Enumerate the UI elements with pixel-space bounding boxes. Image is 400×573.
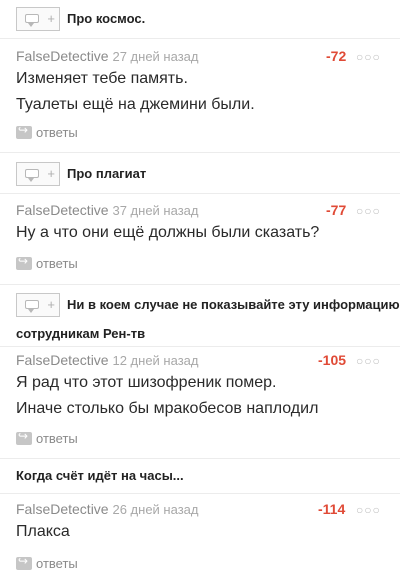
author-name[interactable]: FalseDetective <box>16 48 109 64</box>
divider <box>0 38 400 39</box>
comment-text: Изменяет тебе память. Туалеты ещё на дже… <box>16 66 386 118</box>
replies-label: ответы <box>36 556 78 572</box>
more-options-icon[interactable]: ○○○ <box>356 503 381 517</box>
replies-button[interactable]: ответы <box>16 254 78 273</box>
comment-line: Я рад что этот шизофреник помер. <box>16 374 277 391</box>
comment-line: Иначе столько бы мракобесов наплодил <box>16 400 319 417</box>
post-comments-button[interactable]: + <box>16 162 60 186</box>
comment-line: Ну а что они ещё должны были сказать? <box>16 224 320 241</box>
divider <box>0 493 400 494</box>
reply-arrow-icon <box>16 123 32 140</box>
comment-bubble-icon <box>25 14 39 27</box>
plus-icon: + <box>47 297 55 312</box>
replies-button[interactable]: ответы <box>16 123 78 142</box>
author-name[interactable]: FalseDetective <box>16 202 109 218</box>
comment-time[interactable]: 12 дней назад <box>112 353 198 368</box>
divider <box>0 193 400 194</box>
post-title-link[interactable]: Про космос. <box>67 9 145 29</box>
comment-line: Плакса <box>16 523 70 540</box>
post-comments-button[interactable]: + <box>16 293 60 317</box>
comment-line: Изменяет тебе память. <box>16 70 188 87</box>
comment-author[interactable]: FalseDetective 26 дней назад <box>16 501 198 517</box>
comment-text: Плакса <box>16 519 386 545</box>
comment-score: -77 <box>326 202 347 218</box>
divider <box>0 346 400 347</box>
comment-time[interactable]: 37 дней назад <box>112 203 198 218</box>
post-title-link[interactable]: Когда счёт идёт на часы... <box>16 466 184 486</box>
comment-bubble-icon <box>25 169 39 182</box>
post-title-link[interactable]: Ни в коем случае не показывайте эту инфо… <box>67 295 400 315</box>
divider <box>0 458 400 459</box>
divider <box>0 152 400 153</box>
more-options-icon[interactable]: ○○○ <box>356 354 381 368</box>
comment-time[interactable]: 26 дней назад <box>112 502 198 517</box>
comment-text: Ну а что они ещё должны были сказать? <box>16 220 386 246</box>
plus-icon: + <box>47 166 55 181</box>
replies-button[interactable]: ответы <box>16 429 78 448</box>
post-title-link-continued[interactable]: сотрудникам Рен-тв <box>16 324 145 344</box>
comment-line: Туалеты ещё на джемини были. <box>16 96 255 113</box>
replies-label: ответы <box>36 125 78 141</box>
comment-time[interactable]: 27 дней назад <box>112 49 198 64</box>
reply-arrow-icon <box>16 429 32 446</box>
plus-icon: + <box>47 11 55 26</box>
post-comments-button[interactable]: + <box>16 7 60 31</box>
replies-label: ответы <box>36 431 78 447</box>
author-name[interactable]: FalseDetective <box>16 352 109 368</box>
replies-label: ответы <box>36 256 78 272</box>
comment-text: Я рад что этот шизофреник помер. Иначе с… <box>16 370 386 422</box>
divider <box>0 284 400 285</box>
reply-arrow-icon <box>16 254 32 271</box>
comments-feed: + Про космос. FalseDetective 27 дней наз… <box>0 0 400 573</box>
replies-button[interactable]: ответы <box>16 554 78 573</box>
more-options-icon[interactable]: ○○○ <box>356 50 381 64</box>
comment-author[interactable]: FalseDetective 12 дней назад <box>16 352 198 368</box>
post-title-link[interactable]: Про плагиат <box>67 164 146 184</box>
comment-bubble-icon <box>25 300 39 313</box>
more-options-icon[interactable]: ○○○ <box>356 204 381 218</box>
comment-author[interactable]: FalseDetective 27 дней назад <box>16 48 198 64</box>
reply-arrow-icon <box>16 554 32 571</box>
comment-score: -114 <box>318 501 346 517</box>
comment-score: -72 <box>326 48 347 64</box>
comment-author[interactable]: FalseDetective 37 дней назад <box>16 202 198 218</box>
author-name[interactable]: FalseDetective <box>16 501 109 517</box>
comment-score: -105 <box>318 352 347 368</box>
